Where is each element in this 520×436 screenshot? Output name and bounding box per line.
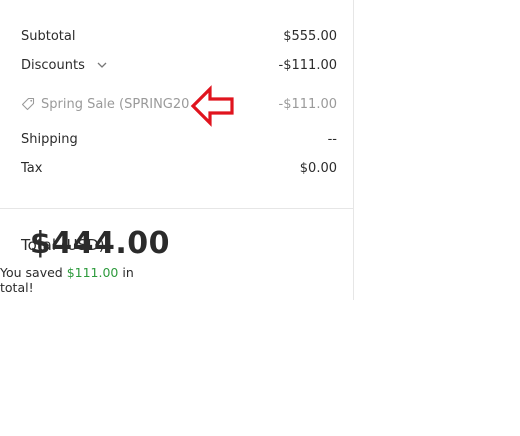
savings-prefix: You saved xyxy=(0,265,67,280)
tax-label: Tax xyxy=(21,160,43,176)
savings-note: You saved $111.00 in total! xyxy=(0,265,170,295)
left-arrow-icon xyxy=(190,85,234,127)
discounts-value: -$111.00 xyxy=(278,57,337,73)
shipping-label: Shipping xyxy=(21,131,78,147)
shipping-value: -- xyxy=(327,131,337,147)
discount-item-row: Spring Sale (SPRING20 -$111.00 xyxy=(21,95,337,113)
subtotal-label: Subtotal xyxy=(21,28,76,44)
summary-divider xyxy=(0,208,354,209)
tax-row: Tax $0.00 xyxy=(21,159,337,177)
discount-item-value: -$111.00 xyxy=(278,96,337,112)
discounts-row[interactable]: Discounts -$111.00 xyxy=(21,56,337,74)
tax-value: $0.00 xyxy=(299,160,337,176)
chevron-down-icon[interactable] xyxy=(97,60,107,70)
order-summary-panel: Subtotal $555.00 Discounts -$111.00 Spri… xyxy=(0,0,354,300)
subtotal-value: $555.00 xyxy=(283,28,337,44)
discounts-label: Discounts xyxy=(21,57,85,73)
tag-icon xyxy=(21,97,35,111)
shipping-row: Shipping -- xyxy=(21,130,337,148)
subtotal-row: Subtotal $555.00 xyxy=(21,27,337,45)
savings-amount: $111.00 xyxy=(66,265,119,280)
discount-item-label: Spring Sale (SPRING20 xyxy=(41,96,190,112)
total-value: $444.00 xyxy=(29,226,170,261)
discounts-toggle[interactable]: Discounts xyxy=(21,58,107,73)
